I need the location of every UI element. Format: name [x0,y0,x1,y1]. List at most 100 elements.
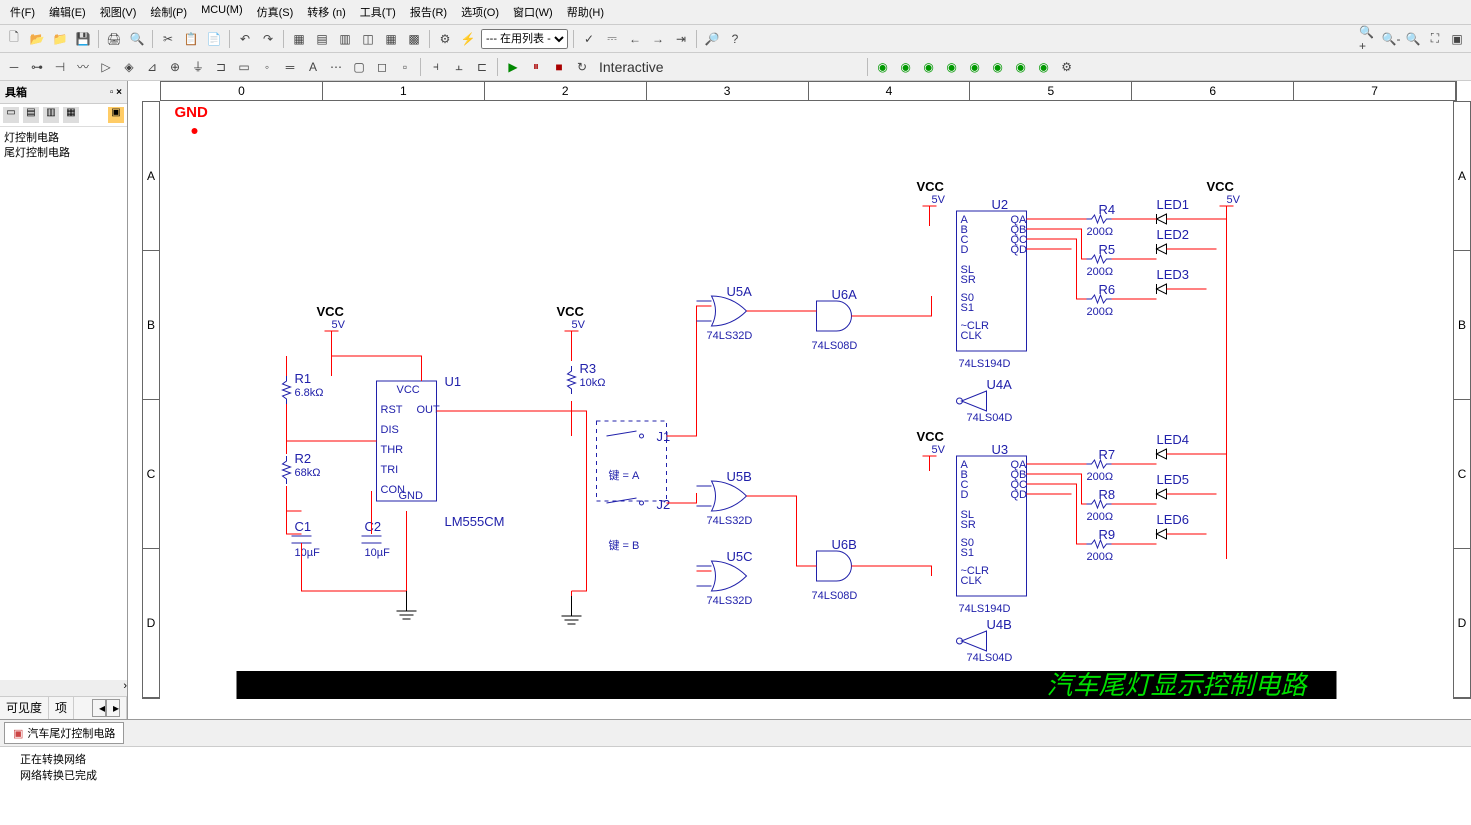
zoom-in-icon[interactable]: 🔍+ [1359,29,1379,49]
toolbox-close-icon[interactable]: ▫ × [110,87,122,98]
check-icon[interactable]: ✓ [579,29,599,49]
tab-visibility[interactable]: 可见度 [0,697,49,719]
toolbox-btn5[interactable]: ▣ [108,107,124,123]
component-r6[interactable]: R6200Ω [1087,282,1116,318]
menu-report[interactable]: 报告(R) [404,2,453,22]
component-r3[interactable]: R3 10kΩ [568,361,606,394]
component-u5c[interactable]: U5C 74LS32D [707,549,753,607]
open2-icon[interactable]: 📁 [50,29,70,49]
component-list-dropdown[interactable]: --- 在用列表 - [481,29,568,49]
toolbox-item[interactable]: 尾灯控制电路 [4,146,123,161]
toolbox-item[interactable]: 灯控制电路 [4,131,123,146]
component-c2[interactable]: C2 10µF [362,519,391,559]
text-icon[interactable]: A [303,57,323,77]
tab-right-icon[interactable]: ▸ [106,699,120,717]
component-u1[interactable]: U1 LM555CM VCC RST DIS THR TRI CON OUT G… [377,374,505,529]
component-led1[interactable]: LED1 [1157,197,1190,224]
vcc-u1[interactable]: VCC5V [317,304,346,356]
menu-tools[interactable]: 工具(T) [354,2,402,22]
probe-icon[interactable]: ⎓ [602,29,622,49]
diode-icon[interactable]: ▷ [96,57,116,77]
menu-draw[interactable]: 绘制(P) [144,2,193,22]
component-j1[interactable]: J1 键 = A [597,421,671,501]
pause-icon[interactable]: ⏸ [526,57,546,77]
component-j2[interactable]: J2 键 = B [607,497,671,552]
new-icon[interactable]: 🗋 [4,29,24,49]
align2-icon[interactable]: ⫠ [449,57,469,77]
menu-file[interactable]: 件(F) [4,2,41,22]
component-u3[interactable]: U3 74LS194D A B C D SL SR S0 S1 ~CLR CLK… [957,442,1028,615]
vcc-r3[interactable]: VCC5V [557,304,586,361]
gnd-net-label[interactable]: GND [175,104,209,121]
step-icon[interactable]: ↻ [572,57,592,77]
gate-icon[interactable]: ⊐ [211,57,231,77]
menu-edit[interactable]: 编辑(E) [43,2,92,22]
tool2-icon[interactable]: ⚡ [458,29,478,49]
toolbox-btn2[interactable]: ▤ [23,107,39,123]
paste-icon[interactable]: 📄 [204,29,224,49]
preview-icon[interactable]: 🔍 [127,29,147,49]
component-u4a[interactable]: U4A 74LS04D [957,377,1013,424]
ic-icon[interactable]: ▭ [234,57,254,77]
run-icon[interactable]: ▶ [503,57,523,77]
component-r2[interactable]: R2 68kΩ [283,451,321,484]
probe2-icon[interactable]: ◉ [896,57,916,77]
component-r4[interactable]: R4200Ω [1087,202,1116,238]
toolbox-btn4[interactable]: ▦ [63,107,79,123]
print-icon[interactable]: 🖨 [104,29,124,49]
schematic-canvas[interactable]: 0 1 2 3 4 5 6 7 A B C D A B C D GND [128,81,1471,719]
schematic-sheet[interactable]: GND VCC5V VCC5V VCC5V VCC5V VCC5V U1 LM5… [160,101,1453,699]
menu-help[interactable]: 帮助(H) [561,2,610,22]
component-led3[interactable]: LED3 [1157,267,1190,294]
probe8-icon[interactable]: ◉ [1034,57,1054,77]
transistor-icon[interactable]: ⊿ [142,57,162,77]
probe4-icon[interactable]: ◉ [942,57,962,77]
component-led4[interactable]: LED4 [1157,432,1190,459]
component-led6[interactable]: LED6 [1157,512,1190,539]
gear-icon[interactable]: ⚙ [1057,57,1077,77]
align3-icon[interactable]: ⊏ [472,57,492,77]
vcc-u3[interactable]: VCC5V [917,429,946,471]
component-u6a[interactable]: U6A 74LS08D [812,287,858,352]
cut-icon[interactable]: ✂ [158,29,178,49]
menu-mcu[interactable]: MCU(M) [195,2,249,22]
comp2-icon[interactable]: ◻ [372,57,392,77]
grid6-icon[interactable]: ▩ [404,29,424,49]
grid4-icon[interactable]: ◫ [358,29,378,49]
wire-icon[interactable]: ─ [4,57,24,77]
vcc-u2[interactable]: VCC5V [917,179,946,226]
undo-icon[interactable]: ↶ [235,29,255,49]
component-c1[interactable]: C1 10µF [292,519,321,559]
component-r5[interactable]: R5200Ω [1087,242,1116,278]
fullscreen-icon[interactable]: ▣ [1447,29,1467,49]
led-icon[interactable]: ◈ [119,57,139,77]
component-r1[interactable]: R1 6.8kΩ [283,371,324,404]
menu-transfer[interactable]: 转移 (n) [301,2,352,22]
search-icon[interactable]: 🔎 [702,29,722,49]
probe6-icon[interactable]: ◉ [988,57,1008,77]
back-icon[interactable]: ← [625,29,645,49]
component-u5b[interactable]: U5B 74LS32D [707,469,753,527]
next-icon[interactable]: → [648,29,668,49]
connector-icon[interactable]: ◦ [257,57,277,77]
inductor-icon[interactable]: 〰 [73,57,93,77]
menu-view[interactable]: 视图(V) [94,2,143,22]
comp3-icon[interactable]: ▫ [395,57,415,77]
cap-icon[interactable]: ⊣ [50,57,70,77]
grid1-icon[interactable]: ▦ [289,29,309,49]
source-icon[interactable]: ⊕ [165,57,185,77]
component-r7[interactable]: R7200Ω [1087,447,1116,483]
menu-window[interactable]: 窗口(W) [507,2,559,22]
toolbox-btn3[interactable]: ▥ [43,107,59,123]
grid3-icon[interactable]: ▥ [335,29,355,49]
probe1-icon[interactable]: ◉ [873,57,893,77]
copy-icon[interactable]: 📋 [181,29,201,49]
probe5-icon[interactable]: ◉ [965,57,985,77]
open-icon[interactable]: 📂 [27,29,47,49]
component-u6b[interactable]: U6B 74LS08D [812,537,858,602]
tool-icon[interactable]: ⚙ [435,29,455,49]
component-u5a[interactable]: U5A 74LS32D [707,284,753,342]
component-u4b[interactable]: U4B 74LS04D [957,617,1013,664]
bus-icon[interactable]: ═ [280,57,300,77]
component-r9[interactable]: R9200Ω [1087,527,1116,563]
